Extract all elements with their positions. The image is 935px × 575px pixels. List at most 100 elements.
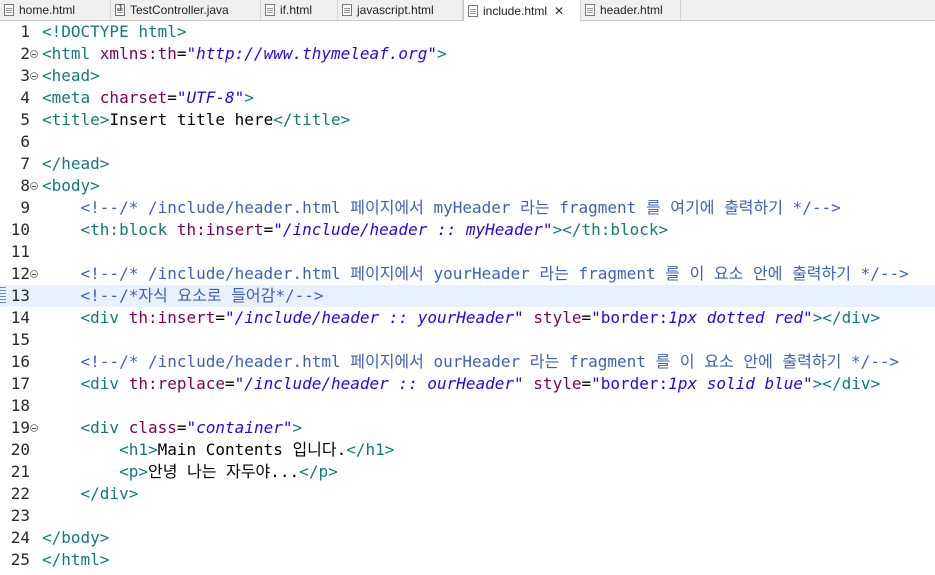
code-line[interactable]: 17 <div th:replace="/include/header :: o…	[0, 373, 935, 395]
code-token: >	[292, 418, 303, 437]
code-token: </div>	[80, 484, 139, 503]
code-line[interactable]: 7 </head>	[0, 153, 935, 175]
code-token: th:insert	[128, 308, 216, 327]
code-token: =	[225, 374, 235, 393]
line-number: 18	[10, 396, 30, 415]
line-number: 25	[10, 550, 30, 569]
html-file-icon	[585, 4, 595, 16]
tab-if-html[interactable]: if.html	[261, 0, 338, 20]
code-token: ></th:block>	[552, 220, 669, 239]
code-line[interactable]: 5 <title>Insert title here</title>	[0, 109, 935, 131]
close-tab-icon[interactable]: ✕	[554, 5, 564, 17]
code-text: <!DOCTYPE html>	[42, 21, 187, 43]
line-gutter: 10	[0, 219, 42, 241]
line-gutter: 23	[0, 505, 42, 527]
editor-tab-bar: home.html TestController.java if.html javas…	[0, 0, 935, 21]
code-token: charset	[99, 88, 168, 107]
line-number: 20	[10, 440, 30, 459]
code-text: </div>	[42, 483, 139, 505]
line-number: 3	[20, 66, 30, 85]
line-gutter: 13	[0, 285, 42, 307]
tab-home-html[interactable]: home.html	[0, 0, 111, 20]
code-token: <p>	[119, 462, 148, 481]
line-gutter: 11	[0, 241, 42, 263]
code-token: </html>	[42, 550, 110, 569]
code-text: <th:block th:insert="/include/header :: …	[42, 219, 669, 241]
java-file-icon	[115, 3, 125, 16]
code-text: <!--/*자식 요소로 들어감*/-->	[42, 285, 324, 307]
line-number: 23	[10, 506, 30, 525]
code-token: =	[263, 220, 274, 239]
code-line[interactable]: 11	[0, 241, 935, 263]
tab-label: include.html	[483, 3, 548, 18]
code-token: =	[167, 88, 177, 107]
fold-toggle-icon[interactable]	[30, 424, 38, 432]
code-token: <html	[42, 44, 100, 63]
line-number: 24	[10, 528, 30, 547]
code-text: <!--/* /include/header.html 페이지에서 ourHea…	[42, 351, 900, 373]
code-line[interactable]: 4 <meta charset="UTF-8">	[0, 87, 935, 109]
code-token: "border:	[591, 308, 669, 327]
code-line[interactable]: 21 <p>안녕 나는 자두야...</p>	[0, 461, 935, 483]
line-gutter: 2	[0, 43, 42, 65]
code-line[interactable]: 16 <!--/* /include/header.html 페이지에서 our…	[0, 351, 935, 373]
code-line[interactable]: 12 <!--/* /include/header.html 페이지에서 you…	[0, 263, 935, 285]
code-line[interactable]: 18	[0, 395, 935, 417]
code-token: =	[215, 308, 226, 327]
code-line[interactable]: 23	[0, 505, 935, 527]
code-token: "http://www.thymeleaf.org"	[186, 44, 437, 63]
html-file-icon	[468, 4, 478, 17]
line-number: 17	[10, 374, 30, 393]
code-line[interactable]: 3 <head>	[0, 65, 935, 87]
code-editor[interactable]: 1 <!DOCTYPE html> 2 <html xmlns:th="http://…	[0, 21, 935, 575]
fold-toggle-icon[interactable]	[30, 72, 38, 80]
line-gutter: 8	[0, 175, 42, 197]
code-token: <meta	[42, 88, 100, 107]
code-line[interactable]: 25 </html>	[0, 549, 935, 571]
tab-include-html[interactable]: include.html ✕	[463, 0, 581, 21]
code-line[interactable]: 1 <!DOCTYPE html>	[0, 21, 935, 43]
line-number: 21	[10, 462, 30, 481]
line-gutter: 25	[0, 549, 42, 571]
code-token: 1px solid blue	[668, 374, 804, 393]
fold-toggle-icon[interactable]	[30, 182, 38, 190]
code-line[interactable]: 19 <div class="container">	[0, 417, 935, 439]
code-text: </html>	[42, 549, 109, 571]
code-line[interactable]: 9 <!--/* /include/header.html 페이지에서 myHe…	[0, 197, 935, 219]
code-line[interactable]: 8 <body>	[0, 175, 935, 197]
line-number: 2	[20, 44, 30, 63]
code-line[interactable]: 6	[0, 131, 935, 153]
line-number: 12	[10, 264, 30, 283]
code-line[interactable]: 2 <html xmlns:th="http://www.thymeleaf.or…	[0, 43, 935, 65]
line-number: 13	[10, 286, 30, 305]
code-line[interactable]: 15	[0, 329, 935, 351]
code-text: <!--/* /include/header.html 페이지에서 yourHe…	[42, 263, 909, 285]
tab-label: if.html	[280, 3, 313, 17]
code-line[interactable]: 20 <h1>Main Contents 입니다.</h1>	[0, 439, 935, 461]
fold-toggle-icon[interactable]	[30, 270, 38, 278]
code-token: "	[803, 308, 813, 327]
code-token: "/include/header :: ourHeader"	[234, 374, 524, 393]
code-line[interactable]: 14 <div th:insert="/include/header :: yo…	[0, 307, 935, 329]
line-number: 14	[10, 308, 30, 327]
line-gutter: 17	[0, 373, 42, 395]
code-line[interactable]: 13 <!--/*자식 요소로 들어감*/-->	[0, 285, 935, 307]
code-line[interactable]: 22 </div>	[0, 483, 935, 505]
code-line[interactable]: 10 <th:block th:insert="/include/header …	[0, 219, 935, 241]
code-line[interactable]: 24 </body>	[0, 527, 935, 549]
code-token: <body>	[42, 176, 100, 195]
tab-header-html[interactable]: header.html	[581, 0, 681, 20]
code-token: <!--/* /include/header.html 페이지에서 myHead…	[80, 198, 841, 217]
tab-testcontroller-java[interactable]: TestController.java	[111, 0, 261, 20]
line-gutter: 6	[0, 131, 42, 153]
code-token: Insert title here	[109, 110, 274, 129]
fold-toggle-icon[interactable]	[30, 50, 38, 58]
code-token: 안녕 나는 자두야...	[147, 462, 300, 481]
tab-javascript-html[interactable]: javascript.html	[338, 0, 463, 20]
line-gutter: 24	[0, 527, 42, 549]
